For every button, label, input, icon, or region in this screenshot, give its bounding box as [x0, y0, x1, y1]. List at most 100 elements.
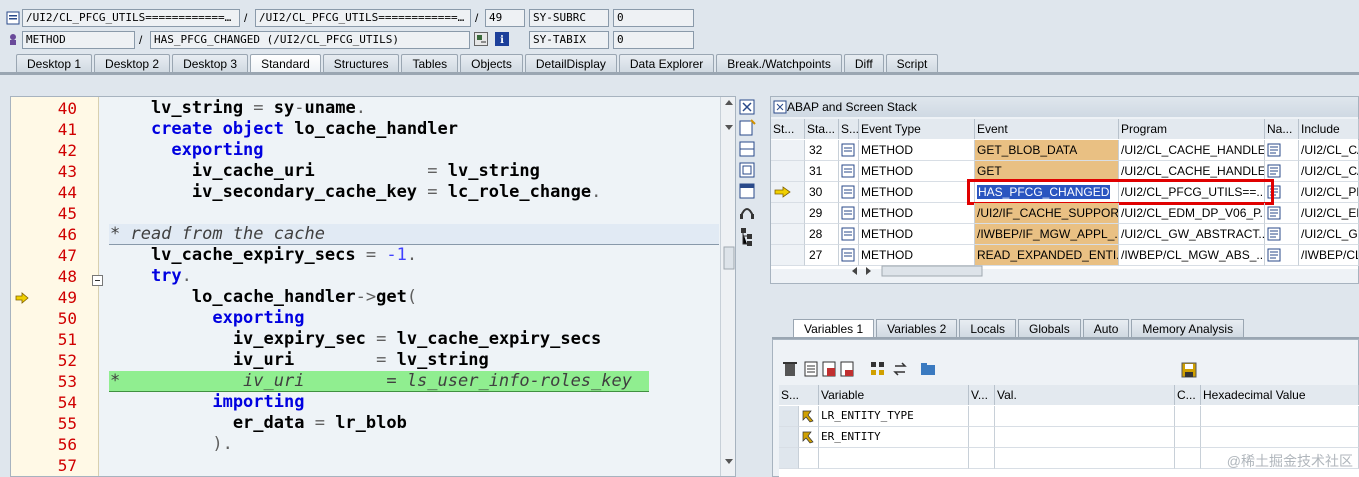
line-number: 43	[57, 162, 77, 181]
stack-level: 30	[805, 182, 839, 203]
collapse-toggle-icon[interactable]	[92, 271, 103, 286]
variable-hex[interactable]	[1201, 406, 1359, 427]
code-token: sy	[273, 98, 295, 118]
variable-c[interactable]	[1175, 448, 1201, 469]
stack-program[interactable]: /IWBEP/CL_MGW_ABS_...	[1119, 245, 1265, 266]
variable-name[interactable]	[819, 448, 969, 469]
variable-value[interactable]	[995, 406, 1175, 427]
vars-tab-auto[interactable]: Auto	[1082, 319, 1130, 338]
variable-name[interactable]: ER_ENTITY	[819, 427, 969, 448]
stack-header-7[interactable]: Include	[1299, 119, 1359, 139]
navigate-icon[interactable]	[1265, 203, 1299, 224]
tab-structures[interactable]: Structures	[322, 54, 400, 73]
editor-scrollbar[interactable]	[720, 97, 735, 476]
stack-row-marker[interactable]	[771, 161, 805, 182]
code-token: iv_cache_uri	[110, 161, 428, 181]
vars-header-2[interactable]: V...	[969, 385, 995, 405]
separator: /	[139, 33, 143, 47]
navigate-icon[interactable]	[1265, 245, 1299, 266]
stack-row-marker[interactable]	[771, 224, 805, 245]
stack-row-marker[interactable]	[771, 203, 805, 224]
variable-v[interactable]	[969, 448, 995, 469]
navigate-icon[interactable]	[1265, 224, 1299, 245]
variable-c[interactable]	[1175, 427, 1201, 448]
stack-header-6[interactable]: Na...	[1265, 119, 1299, 139]
tab-diff[interactable]: Diff	[843, 54, 884, 73]
variable-hex[interactable]	[1201, 427, 1359, 448]
stack-header-3[interactable]: Event Type	[859, 119, 975, 139]
stack-include[interactable]: /UI2/CL_ED	[1299, 203, 1359, 224]
stack-include[interactable]: /IWBEP/CL_	[1299, 245, 1359, 266]
tab-tables[interactable]: Tables	[401, 54, 459, 73]
stack-collapse-icon[interactable]	[773, 100, 787, 114]
stack-include[interactable]: /UI2/CL_PF	[1299, 182, 1359, 203]
tab-script[interactable]: Script	[885, 54, 939, 73]
navigate-icon[interactable]	[1265, 140, 1299, 161]
headset-icon	[740, 208, 754, 219]
type-field[interactable]: METHOD	[22, 31, 135, 49]
source-editor[interactable]: 40 lv_string = sy-uname. 41 create object…	[10, 96, 736, 477]
tab-data-explorer[interactable]: Data Explorer	[618, 54, 715, 73]
stack-program[interactable]: /UI2/CL_GW_ABSTRACT...	[1119, 224, 1265, 245]
tab-standard[interactable]: Standard	[250, 54, 321, 73]
vars-header-4[interactable]: C...	[1175, 385, 1201, 405]
stack-row-marker[interactable]	[771, 140, 805, 161]
sysvar2-field[interactable]: SY-TABIX	[529, 31, 609, 49]
stack-row-marker[interactable]	[771, 245, 805, 266]
vars-row-marker[interactable]	[779, 448, 799, 469]
info-icon[interactable]: i	[495, 32, 509, 46]
save-icon[interactable]	[1181, 362, 1197, 378]
vars-tab-variables-1[interactable]: Variables 1	[793, 319, 875, 338]
vars-row-marker[interactable]	[779, 427, 799, 448]
window-icon	[739, 183, 755, 199]
stack-include[interactable]: /UI2/CL_CA	[1299, 140, 1359, 161]
stack-header-4[interactable]: Event	[975, 119, 1119, 139]
vars-header-3[interactable]: Val.	[995, 385, 1175, 405]
stack-header-0[interactable]: St...	[771, 119, 805, 139]
sysval2-field[interactable]: 0	[613, 31, 694, 49]
vars-row-marker[interactable]	[779, 406, 799, 427]
tab-break-watchpoints[interactable]: Break./Watchpoints	[716, 54, 842, 73]
program-field[interactable]: /UI2/CL_PFCG_UTILS============…	[22, 9, 240, 27]
tab-detaildisplay[interactable]: DetailDisplay	[524, 54, 617, 73]
stack-event[interactable]: /IWBEP/IF_MGW_APPL_...	[975, 224, 1119, 245]
vars-tab-globals[interactable]: Globals	[1018, 319, 1081, 338]
variable-value[interactable]	[995, 448, 1175, 469]
vars-tab-variables-2[interactable]: Variables 2	[876, 319, 958, 338]
stack-header-1[interactable]: Sta...	[805, 119, 839, 139]
stack-program[interactable]: /UI2/CL_CACHE_HANDLE...	[1119, 140, 1265, 161]
sysval-field[interactable]: 0	[613, 9, 694, 27]
tab-desktop-3[interactable]: Desktop 3	[172, 54, 249, 73]
line-field[interactable]: 49	[485, 9, 525, 27]
vars-header-0[interactable]: S...	[779, 385, 819, 405]
stack-header-5[interactable]: Program	[1119, 119, 1265, 139]
stack-include[interactable]: /UI2/CL_CA	[1299, 161, 1359, 182]
tab-desktop-2[interactable]: Desktop 2	[94, 54, 171, 73]
line-number: 53	[57, 372, 77, 391]
code-line: 43 iv_cache_uri = lv_string	[11, 161, 719, 182]
stack-header-2[interactable]: S...	[839, 119, 859, 139]
tab-desktop-1[interactable]: Desktop 1	[16, 54, 93, 73]
vars-tab-locals[interactable]: Locals	[959, 319, 1016, 338]
line-number: 45	[57, 204, 77, 223]
stack-hscroll[interactable]	[847, 264, 1017, 278]
method-name-field[interactable]: HAS_PFCG_CHANGED (/UI2/CL_PFCG_UTILS)	[150, 31, 470, 49]
vars-tab-memory-analysis[interactable]: Memory Analysis	[1131, 319, 1245, 338]
tab-objects[interactable]: Objects	[460, 54, 523, 73]
vars-header-1[interactable]: Variable	[819, 385, 969, 405]
line-number: 46	[57, 225, 77, 244]
variable-v[interactable]	[969, 427, 995, 448]
sysvar-field[interactable]: SY-SUBRC	[529, 9, 609, 27]
stack-event[interactable]: /UI2/IF_CACHE_SUPPOR...	[975, 203, 1119, 224]
vars-header-5[interactable]: Hexadecimal Value	[1201, 385, 1359, 405]
variable-name[interactable]: LR_ENTITY_TYPE	[819, 406, 969, 427]
include-field[interactable]: /UI2/CL_PFCG_UTILS============…	[255, 9, 471, 27]
stack-event[interactable]: GET_BLOB_DATA	[975, 140, 1119, 161]
stack-program[interactable]: /UI2/CL_EDM_DP_V06_P...	[1119, 203, 1265, 224]
variable-c[interactable]	[1175, 406, 1201, 427]
variable-v[interactable]	[969, 406, 995, 427]
variable-value[interactable]	[995, 427, 1175, 448]
stack-include[interactable]: /UI2/CL_GV	[1299, 224, 1359, 245]
stack-event[interactable]: READ_EXPANDED_ENTI...	[975, 245, 1119, 266]
navigate-icon[interactable]	[474, 32, 488, 46]
